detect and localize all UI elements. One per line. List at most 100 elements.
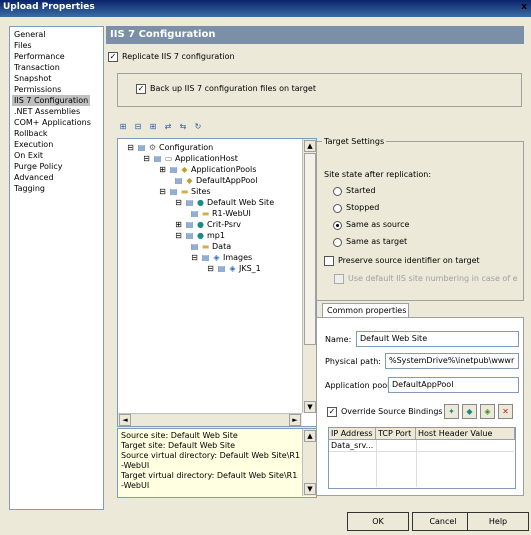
map-icon: ▤ bbox=[174, 176, 183, 185]
refresh-icon[interactable]: ↻ bbox=[192, 121, 204, 133]
tree-vertical-scrollbar[interactable]: ▲ ▼ bbox=[302, 139, 316, 413]
tree-node[interactable]: ▤ ◆ DefaultAppPool bbox=[174, 175, 258, 186]
tree-node[interactable]: ⊟ ▤ ◈ JKS_1 bbox=[206, 263, 261, 274]
application-pool-field[interactable]: DefaultAppPool bbox=[388, 377, 519, 393]
document-icon: ▭ bbox=[164, 154, 173, 163]
tree-node[interactable]: ⊞ ▤ ● Crit-Psrv bbox=[174, 219, 241, 230]
scroll-down-icon[interactable]: ▼ bbox=[304, 401, 316, 413]
column-header-ip-address[interactable]: IP Address bbox=[329, 428, 376, 440]
target-settings-title: Target Settings bbox=[322, 137, 387, 146]
nav-item-transaction[interactable]: Transaction bbox=[12, 62, 62, 73]
nav-item-tagging[interactable]: Tagging bbox=[12, 183, 47, 194]
nav-item-advanced[interactable]: Advanced bbox=[12, 172, 56, 183]
nav-item-purge-policy[interactable]: Purge Policy bbox=[12, 161, 64, 172]
expand-all-icon[interactable]: ⊞ bbox=[147, 121, 159, 133]
radio-same-as-target[interactable] bbox=[333, 238, 342, 247]
nav-item-files[interactable]: Files bbox=[12, 40, 34, 51]
tab-common-properties[interactable]: Common properties bbox=[322, 303, 409, 318]
edit-binding-icon[interactable]: ◆ bbox=[462, 404, 477, 419]
close-icon[interactable]: x bbox=[521, 2, 527, 12]
nav-item-iis7-configuration[interactable]: IIS 7 Configuration bbox=[12, 95, 91, 106]
cancel-button[interactable]: Cancel bbox=[412, 512, 474, 531]
bindings-grid[interactable]: IP Address TCP Port Host Header Value Da… bbox=[328, 427, 516, 489]
nav-item-on-exit[interactable]: On Exit bbox=[12, 150, 45, 161]
preserve-identifier-checkbox[interactable] bbox=[324, 256, 334, 266]
map-icon: ▤ bbox=[190, 209, 199, 218]
column-header-tcp-port[interactable]: TCP Port bbox=[376, 428, 416, 440]
column-header-host-header[interactable]: Host Header Value bbox=[416, 428, 515, 440]
app-pool-icon: ◆ bbox=[186, 176, 193, 185]
collapse-box-icon[interactable]: ⊟ bbox=[174, 231, 183, 240]
tree-horizontal-scrollbar[interactable]: ◄ ► bbox=[118, 413, 302, 426]
scroll-up-icon[interactable]: ▲ bbox=[304, 430, 316, 442]
add-binding-icon[interactable]: ✦ bbox=[444, 404, 459, 419]
tree-node[interactable]: ⊞ ▤ ◆ ApplicationPools bbox=[158, 164, 256, 175]
nav-item-general[interactable]: General bbox=[12, 29, 48, 40]
info-line: Target virtual directory: Default Web Si… bbox=[121, 471, 298, 480]
override-bindings-label: Override Source Bindings bbox=[341, 407, 443, 416]
delete-binding-icon[interactable]: ✕ bbox=[498, 404, 513, 419]
map-icon: ▤ bbox=[201, 253, 210, 262]
replicate-checkbox[interactable]: ✓ bbox=[108, 52, 118, 62]
tree-node[interactable]: ⊟ ▤ ◈ Images bbox=[190, 252, 252, 263]
backup-label: Back up IIS 7 configuration files on tar… bbox=[150, 84, 316, 93]
map-icon: ▤ bbox=[190, 242, 199, 251]
globe-icon: ● bbox=[197, 198, 204, 207]
radio-started[interactable] bbox=[333, 187, 342, 196]
tree-node[interactable]: ⊟ ▤ ● Default Web Site bbox=[174, 197, 274, 208]
expand-icon[interactable]: ⊞ bbox=[117, 121, 129, 133]
collapse-icon[interactable]: ⊟ bbox=[132, 121, 144, 133]
expand-box-icon[interactable]: ⊞ bbox=[158, 165, 167, 174]
grid-divider bbox=[416, 440, 417, 487]
tree-node-label: Data bbox=[212, 242, 232, 251]
collapse-box-icon[interactable]: ⊟ bbox=[142, 154, 151, 163]
scroll-up-icon[interactable]: ▲ bbox=[304, 140, 316, 152]
copy-binding-icon[interactable]: ◈ bbox=[480, 404, 495, 419]
map-icon: ▤ bbox=[217, 264, 226, 273]
collapse-box-icon[interactable]: ⊟ bbox=[206, 264, 215, 273]
map-icon: ▤ bbox=[169, 187, 178, 196]
info-scrollbar[interactable]: ▲ ▼ bbox=[302, 429, 316, 496]
nav-item-performance[interactable]: Performance bbox=[12, 51, 67, 62]
tree-node[interactable]: ⊟ ▤ ⚙ Configuration bbox=[126, 142, 213, 153]
use-default-numbering-checkbox[interactable] bbox=[334, 274, 344, 284]
collapse-box-icon[interactable]: ⊟ bbox=[158, 187, 167, 196]
radio-started-label: Started bbox=[346, 186, 376, 195]
ok-button[interactable]: OK bbox=[347, 512, 409, 531]
scroll-right-icon[interactable]: ► bbox=[289, 414, 301, 426]
page-header: IIS 7 Configuration bbox=[106, 26, 524, 44]
collapse-box-icon[interactable]: ⊟ bbox=[174, 198, 183, 207]
tree-node[interactable]: ▤ ▬ R1-WebUI bbox=[190, 208, 251, 219]
tree-node[interactable]: ▤ ▬ Data bbox=[190, 241, 231, 252]
scroll-down-icon[interactable]: ▼ bbox=[304, 483, 316, 495]
backup-checkbox[interactable]: ✓ bbox=[136, 84, 146, 94]
radio-same-as-source[interactable] bbox=[333, 221, 342, 230]
nav-item-rollback[interactable]: Rollback bbox=[12, 128, 50, 139]
table-cell[interactable]: Data_srv... bbox=[329, 440, 375, 451]
override-bindings-checkbox[interactable]: ✓ bbox=[327, 407, 337, 417]
collapse-box-icon[interactable]: ⊟ bbox=[190, 253, 199, 262]
physical-path-field[interactable]: %SystemDrive%\inetpub\wwwr bbox=[385, 353, 519, 369]
name-field[interactable]: Default Web Site bbox=[356, 331, 519, 347]
nav-item-permissions[interactable]: Permissions bbox=[12, 84, 63, 95]
tree-node[interactable]: ⊟ ▤ ▭ ApplicationHost bbox=[142, 153, 238, 164]
configuration-tree[interactable]: ⊟ ▤ ⚙ Configuration ⊟ ▤ ▭ ApplicationHost ⊞ ▤ ◆ A… bbox=[117, 138, 317, 427]
globe-icon: ● bbox=[197, 220, 204, 229]
nav-item-net-assemblies[interactable]: .NET Assemblies bbox=[12, 106, 82, 117]
map-icon[interactable]: ⇄ bbox=[162, 121, 174, 133]
folder-icon: ▬ bbox=[201, 242, 210, 251]
info-line: Source site: Default Web Site bbox=[121, 431, 238, 440]
tree-node[interactable]: ⊟ ▤ ▬ Sites bbox=[158, 186, 210, 197]
tree-node[interactable]: ⊟ ▤ ● mp1 bbox=[174, 230, 225, 241]
nav-item-com-applications[interactable]: COM+ Applications bbox=[12, 117, 93, 128]
collapse-box-icon[interactable]: ⊟ bbox=[126, 143, 135, 152]
radio-stopped[interactable] bbox=[333, 204, 342, 213]
expand-box-icon[interactable]: ⊞ bbox=[174, 220, 183, 229]
unmap-icon[interactable]: ⇆ bbox=[177, 121, 189, 133]
scroll-thumb[interactable] bbox=[304, 153, 316, 345]
nav-item-snapshot[interactable]: Snapshot bbox=[12, 73, 53, 84]
help-button[interactable]: Help bbox=[467, 512, 529, 531]
radio-same-as-target-label: Same as target bbox=[346, 237, 408, 246]
nav-item-execution[interactable]: Execution bbox=[12, 139, 55, 150]
scroll-left-icon[interactable]: ◄ bbox=[119, 414, 131, 426]
